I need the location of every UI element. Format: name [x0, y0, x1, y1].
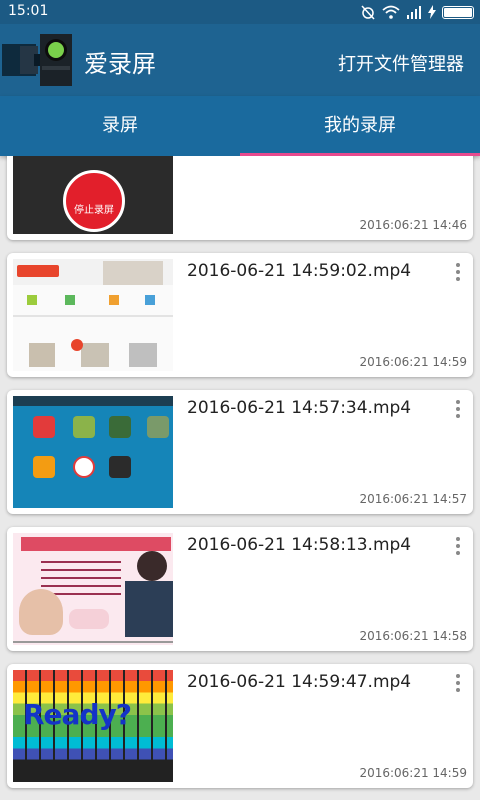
tab-bar: 录屏 我的录屏	[0, 96, 480, 156]
tab-record[interactable]: 录屏	[0, 96, 240, 156]
video-thumbnail	[13, 533, 173, 645]
status-icons	[360, 4, 474, 20]
app-title: 爱录屏	[84, 50, 156, 78]
battery-icon	[442, 5, 474, 19]
recording-card[interactable]: 2016-06-21 14:59:02.mp4 2016:06:21 14:59	[7, 253, 473, 377]
more-options-icon[interactable]	[453, 400, 463, 418]
more-options-icon[interactable]	[453, 537, 463, 555]
stop-record-thumb-text: 停止录屏	[63, 170, 125, 232]
recording-timestamp: 2016:06:21 14:59	[359, 766, 467, 780]
video-thumbnail: Ready?	[13, 670, 173, 782]
video-thumbnail	[13, 259, 173, 371]
recording-timestamp: 2016:06:21 14:59	[359, 355, 467, 369]
video-thumbnail	[13, 396, 173, 508]
ready-thumb-text: Ready?	[23, 698, 132, 731]
recording-filename: 2016-06-21 14:57:34.mp4	[187, 398, 412, 418]
wifi-icon	[382, 5, 400, 19]
recording-timestamp: 2016:06:21 14:46	[359, 218, 467, 232]
recording-timestamp: 2016:06:21 14:58	[359, 629, 467, 643]
recording-card[interactable]: 2016-06-21 14:58:13.mp4 2016:06:21 14:58	[7, 527, 473, 651]
recording-card[interactable]: 停止录屏 2016:06:21 14:46	[7, 156, 473, 240]
more-options-icon[interactable]	[453, 263, 463, 281]
status-bar: 15:01	[0, 0, 480, 24]
recording-filename: 2016-06-21 14:58:13.mp4	[187, 535, 412, 555]
recording-filename: 2016-06-21 14:59:02.mp4	[187, 261, 412, 281]
signal-icon	[407, 6, 421, 19]
open-file-manager-button[interactable]: 打开文件管理器	[338, 50, 464, 76]
recordings-list[interactable]: 停止录屏 2016:06:21 14:46 2016-06-21 14:59:0…	[0, 156, 480, 800]
video-thumbnail: 停止录屏	[13, 156, 173, 234]
status-time: 15:01	[8, 3, 49, 19]
recording-filename: 2016-06-21 14:59:47.mp4	[187, 672, 412, 692]
recording-timestamp: 2016:06:21 14:57	[359, 492, 467, 506]
recording-card[interactable]: Ready? 2016-06-21 14:59:47.mp4 2016:06:2…	[7, 664, 473, 788]
alarm-off-icon	[361, 5, 375, 20]
more-options-icon[interactable]	[453, 674, 463, 692]
app-bar: 爱录屏 打开文件管理器	[0, 24, 480, 96]
tab-my-recordings[interactable]: 我的录屏	[240, 96, 480, 156]
recording-card[interactable]: 2016-06-21 14:57:34.mp4 2016:06:21 14:57	[7, 390, 473, 514]
charging-icon	[428, 5, 436, 19]
camera-logo-icon	[2, 34, 72, 86]
